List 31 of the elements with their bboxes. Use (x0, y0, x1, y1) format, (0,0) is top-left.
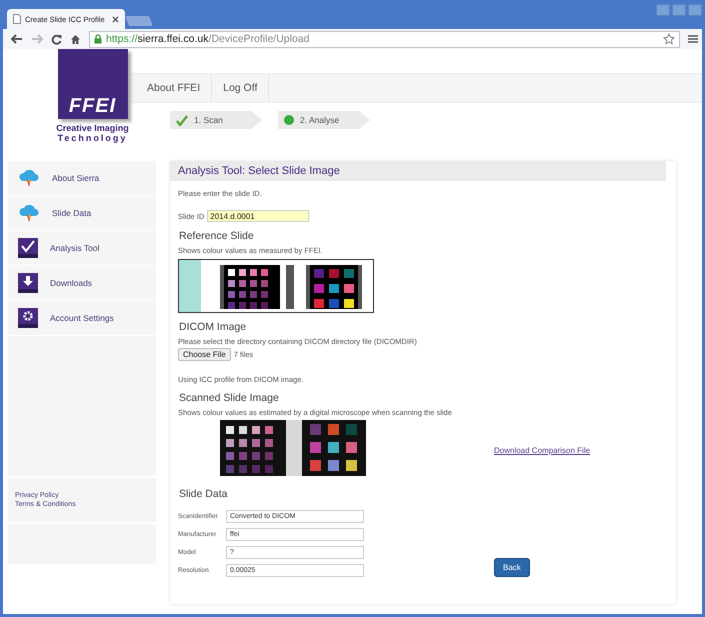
sidebar-item[interactable]: Downloads (8, 266, 156, 300)
sidebar-item[interactable]: About Sierra (8, 161, 156, 195)
sidebar-item[interactable]: Slide Data (8, 196, 156, 230)
star-icon[interactable] (663, 33, 675, 45)
nav-link[interactable]: Log Off (212, 74, 270, 102)
section-heading: DICOM Image (179, 321, 246, 333)
logo: FFEI (58, 49, 128, 119)
page-icon (13, 14, 21, 24)
home-icon[interactable] (70, 34, 81, 44)
slide-id-field[interactable]: 2014.d.0001 (207, 210, 310, 222)
close-icon[interactable] (112, 16, 119, 22)
back-icon[interactable] (11, 34, 23, 44)
address-bar[interactable]: https://sierra.ffei.co.uk/DeviceProfile/Upload (89, 30, 680, 48)
nav-link[interactable]: About FFEI (136, 74, 212, 102)
download-link[interactable]: Download Comparison File (494, 446, 590, 454)
wizard-step: 2. Analyse (278, 111, 370, 129)
choose-file-button[interactable]: Choose File (178, 348, 231, 361)
lock-icon (94, 34, 102, 44)
panel-title: Analysis Tool: Select Slide Image (170, 161, 666, 181)
forward-icon[interactable] (31, 34, 43, 44)
back-button[interactable]: Back (494, 558, 530, 577)
sidebar-item[interactable]: Analysis Tool (8, 231, 156, 265)
menu-icon[interactable] (688, 34, 698, 44)
wizard-step: 1. Scan (170, 111, 262, 129)
new-tab-button[interactable] (125, 16, 153, 26)
reload-icon[interactable] (51, 34, 62, 44)
sidebar-item[interactable]: Account Settings (8, 301, 156, 335)
section-heading: Scanned Slide Image (179, 392, 279, 404)
section-heading: Reference Slide (179, 230, 254, 242)
section-heading: Slide Data (179, 488, 228, 500)
logo-tagline: Creative Imaging Technology (56, 123, 129, 143)
